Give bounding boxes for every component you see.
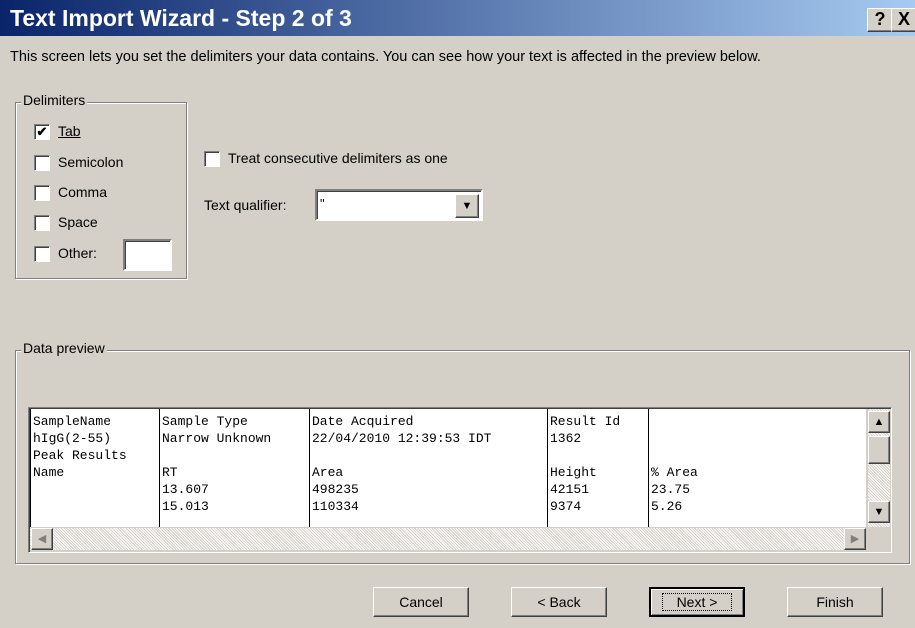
preview-cell: Result Id <box>550 414 621 429</box>
check-icon: ✔ <box>36 124 48 139</box>
scroll-down-icon[interactable]: ▼ <box>868 501 890 523</box>
preview-cell: RT <box>162 465 178 480</box>
other-checkbox[interactable] <box>34 246 50 262</box>
preview-column-1: SampleName hIgG(2-55) Peak Results Name <box>30 409 127 527</box>
other-label[interactable]: Other: <box>58 245 97 261</box>
preview-cell: 22/04/2010 12:39:53 IDT <box>312 431 492 446</box>
description-text: This screen lets you set the delimiters … <box>10 49 761 65</box>
qualifier-value: " <box>320 196 325 211</box>
preview-grid[interactable]: SampleName hIgG(2-55) Peak Results Name … <box>30 409 866 527</box>
space-checkbox[interactable] <box>34 215 50 231</box>
cancel-button[interactable]: Cancel <box>373 587 469 617</box>
preview-cell: 15.013 <box>162 499 209 514</box>
preview-cell: % Area <box>651 465 698 480</box>
preview-column-3: Date Acquired 22/04/2010 12:39:53 IDT Ar… <box>309 409 491 527</box>
tab-label[interactable]: Tab <box>58 123 81 139</box>
preview-cell: 9374 <box>550 499 582 514</box>
preview-cell: 498235 <box>312 482 359 497</box>
scroll-left-icon[interactable]: ◀ <box>31 528 53 550</box>
back-button[interactable]: < Back <box>511 587 607 617</box>
preview-cell: Height <box>550 465 597 480</box>
preview-cell: 5.26 <box>651 499 683 514</box>
delimiters-legend: Delimiters <box>21 92 88 108</box>
preview-column-4: Result Id 1362 Height 42151 9374 <box>547 409 620 527</box>
qualifier-label: Text qualifier: <box>204 197 287 213</box>
other-input[interactable] <box>123 239 172 271</box>
scroll-up-icon[interactable]: ▲ <box>868 411 890 433</box>
preview-cell: Narrow Unknown <box>162 431 272 446</box>
preview-cell: Area <box>312 465 344 480</box>
preview-cell: 23.75 <box>651 482 691 497</box>
next-button[interactable]: Next > <box>649 587 745 617</box>
tab-checkbox[interactable]: ✔ <box>34 124 50 140</box>
title-bar: Text Import Wizard - Step 2 of 3 ? X <box>0 0 915 36</box>
consecutive-checkbox[interactable] <box>204 151 220 167</box>
close-button[interactable]: X <box>891 8 915 32</box>
scrollbar-corner <box>868 528 890 550</box>
comma-label[interactable]: Comma <box>58 184 107 200</box>
preview-cell: Peak Results <box>33 448 127 463</box>
preview-cell: 42151 <box>550 482 590 497</box>
preview-cell: 13.607 <box>162 482 209 497</box>
vertical-scroll-thumb[interactable] <box>868 436 890 464</box>
preview-column-5: % Area 23.75 5.26 <box>648 409 698 527</box>
preview-cell: Sample Type <box>162 414 248 429</box>
comma-checkbox[interactable] <box>34 185 50 201</box>
semicolon-label[interactable]: Semicolon <box>58 154 123 170</box>
preview-cell: hIgG(2-55) <box>33 431 112 446</box>
preview-cell: SampleName <box>33 414 112 429</box>
preview-cell: Date Acquired <box>312 414 414 429</box>
preview-cell: Name <box>33 465 65 480</box>
preview-cell: 110334 <box>312 499 359 514</box>
data-preview-legend: Data preview <box>21 340 107 356</box>
qualifier-select[interactable]: " ▼ <box>315 189 483 221</box>
preview-column-2: Sample Type Narrow Unknown RT 13.607 15.… <box>159 409 271 527</box>
preview-cell: 1362 <box>550 431 582 446</box>
help-button[interactable]: ? <box>867 8 893 32</box>
space-label[interactable]: Space <box>58 214 98 230</box>
vertical-scrollbar[interactable]: ▲ ▼ <box>868 409 890 527</box>
dropdown-arrow-icon[interactable]: ▼ <box>455 194 479 218</box>
scroll-right-icon[interactable]: ▶ <box>844 528 866 550</box>
consecutive-label[interactable]: Treat consecutive delimiters as one <box>228 150 448 166</box>
horizontal-scrollbar[interactable]: ◀ ▶ <box>30 528 866 550</box>
finish-button[interactable]: Finish <box>787 587 883 617</box>
window-title: Text Import Wizard - Step 2 of 3 <box>10 5 352 31</box>
semicolon-checkbox[interactable] <box>34 155 50 171</box>
